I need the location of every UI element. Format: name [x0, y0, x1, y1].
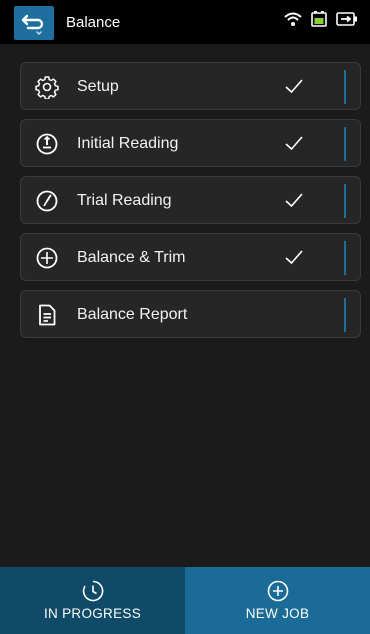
- step-indicator: [344, 184, 346, 218]
- battery-charging-icon: [310, 10, 328, 33]
- crosshair-icon: [35, 246, 59, 270]
- back-arrow-icon: [21, 14, 44, 35]
- tab-label: NEW JOB: [245, 606, 310, 621]
- step-balance-trim[interactable]: Balance & Trim: [20, 233, 361, 281]
- wifi-icon: [284, 11, 302, 32]
- gauge-icon: [35, 132, 59, 156]
- dial-icon: [35, 189, 59, 213]
- page-title: Balance: [66, 14, 121, 31]
- step-initial-reading[interactable]: Initial Reading: [20, 119, 361, 167]
- step-label: Trial Reading: [77, 192, 172, 209]
- step-balance-report[interactable]: Balance Report: [20, 290, 361, 338]
- step-setup[interactable]: Setup: [20, 62, 361, 110]
- checkmark-icon: [283, 246, 305, 268]
- step-indicator: [344, 298, 346, 332]
- tab-new-job[interactable]: NEW JOB: [185, 567, 370, 634]
- tab-label: IN PROGRESS: [43, 606, 142, 621]
- step-label: Initial Reading: [77, 135, 179, 152]
- step-trial-reading[interactable]: Trial Reading: [20, 176, 361, 224]
- step-label: Balance Report: [77, 306, 188, 323]
- clock-icon: [82, 580, 104, 602]
- step-label: Balance & Trim: [77, 249, 186, 266]
- workflow-steps: Setup Initial Reading Trial Reading Bala…: [20, 62, 361, 347]
- step-label: Setup: [77, 78, 119, 95]
- power-plug-battery-icon: [336, 11, 358, 32]
- plus-circle-icon: [267, 580, 289, 602]
- tab-in-progress[interactable]: IN PROGRESS: [0, 567, 185, 634]
- back-button[interactable]: [14, 6, 54, 40]
- checkmark-icon: [283, 189, 305, 211]
- checkmark-icon: [283, 132, 305, 154]
- checkmark-icon: [283, 75, 305, 97]
- gear-icon: [35, 75, 59, 100]
- step-indicator: [344, 241, 346, 275]
- step-indicator: [344, 127, 346, 161]
- document-icon: [35, 303, 59, 327]
- top-bar: Balance: [0, 0, 370, 44]
- status-icons: [284, 10, 358, 33]
- step-indicator: [344, 70, 346, 104]
- bottom-nav: IN PROGRESS NEW JOB: [0, 567, 370, 634]
- balance-screen: Balance Setup Initial Reading Trial Read…: [0, 0, 370, 634]
